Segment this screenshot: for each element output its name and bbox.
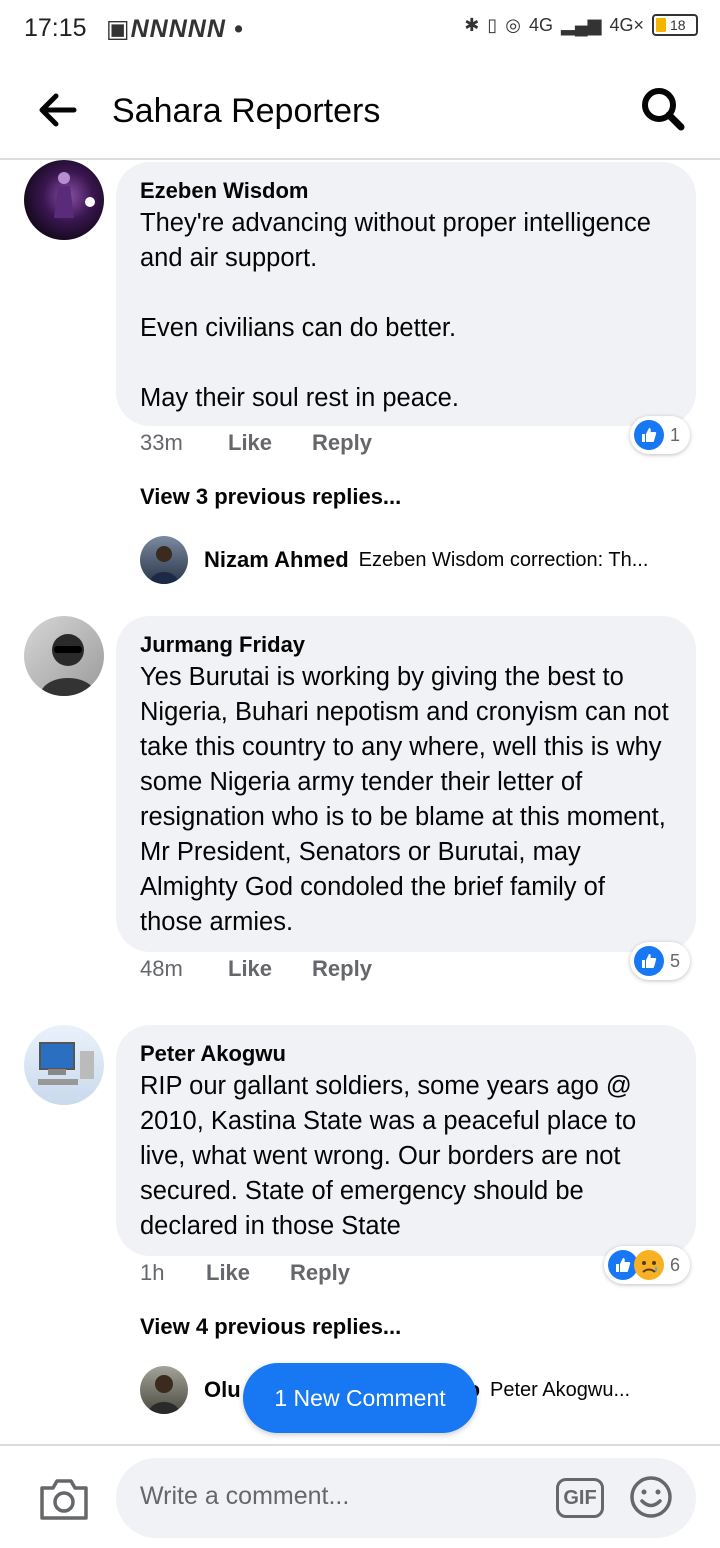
vibrate-icon: ▯ — [487, 14, 498, 35]
comment-actions: 33m Like Reply — [140, 430, 372, 456]
new-comment-button[interactable]: 1 New Comment — [243, 1363, 477, 1433]
reaction-count: 5 — [669, 950, 680, 971]
bluetooth-icon: ✱ — [464, 14, 480, 35]
view-previous-replies[interactable]: View 4 previous replies... — [140, 1314, 401, 1340]
reaction-summary[interactable]: 5 — [629, 942, 690, 980]
comment-author[interactable]: Ezeben Wisdom — [140, 176, 672, 206]
comment-time: 33m — [140, 430, 183, 455]
status-bar: 17:15 ▣NNNNN • ✱ ▯ ◎ 4G ▂▄▆ 4G× 18 — [0, 0, 720, 60]
comment-text: They're advancing without proper intelli… — [140, 209, 651, 412]
page-title: Sahara Reporters — [112, 92, 381, 130]
view-previous-replies[interactable]: View 3 previous replies... — [140, 484, 401, 510]
signal-icon: ▂▄▆ — [561, 14, 602, 35]
camera-icon — [40, 1479, 88, 1520]
reaction-summary[interactable]: 1 — [629, 416, 690, 454]
like-button[interactable]: Like — [228, 956, 272, 982]
comment-time: 48m — [140, 956, 183, 981]
comment-author[interactable]: Peter Akogwu — [140, 1039, 672, 1069]
reply-preview[interactable]: Nizam Ahmed Ezeben Wisdom correction: Th… — [140, 536, 700, 584]
comment-input[interactable]: Write a comment... GIF — [116, 1458, 696, 1538]
back-button[interactable] — [36, 90, 78, 130]
app-header: Sahara Reporters — [0, 60, 720, 160]
emoji-button[interactable] — [628, 1474, 674, 1520]
comment-text: Yes Burutai is working by giving the bes… — [140, 663, 669, 936]
status-time: 17:15 — [24, 14, 87, 42]
avatar[interactable] — [24, 616, 104, 696]
battery-icon: 18 — [652, 14, 698, 36]
reply-snippet: Ezeben Wisdom correction: Th... — [358, 548, 649, 571]
comment-bubble[interactable]: Ezeben Wisdom They're advancing without … — [116, 162, 696, 426]
notification-icons: ▣NNNNN • — [106, 15, 244, 43]
reply-button[interactable]: Reply — [290, 1260, 350, 1286]
like-button[interactable]: Like — [206, 1260, 250, 1286]
reaction-summary[interactable]: 6 — [603, 1246, 690, 1284]
status-right-icons: ✱ ▯ ◎ 4G ▂▄▆ 4G× 18 — [464, 14, 698, 36]
comment-time: 1h — [140, 1260, 165, 1285]
gif-button[interactable]: GIF — [556, 1478, 604, 1518]
comment-placeholder: Write a comment... — [140, 1482, 350, 1510]
avatar[interactable] — [24, 160, 104, 240]
network-1-label: 4G — [529, 14, 554, 35]
thumbs-up-icon — [633, 946, 664, 976]
reply-avatar — [140, 1366, 188, 1414]
reply-button[interactable]: Reply — [312, 956, 372, 982]
reply-avatar — [140, 536, 188, 584]
search-icon — [642, 88, 685, 131]
back-arrow-icon — [39, 93, 77, 127]
reaction-count: 1 — [669, 424, 680, 445]
avatar-figure-icon — [54, 172, 95, 218]
search-button[interactable] — [640, 86, 686, 132]
reply-button[interactable]: Reply — [312, 430, 372, 456]
battery-level: 18 — [670, 17, 686, 33]
reply-author-start: Olu — [204, 1377, 241, 1402]
thumbs-up-icon — [633, 420, 664, 450]
camera-button[interactable] — [38, 1476, 90, 1522]
like-button[interactable]: Like — [228, 430, 272, 456]
smiley-icon — [630, 1476, 672, 1518]
avatar[interactable] — [24, 1025, 104, 1105]
reply-snippet: Peter Akogwu... — [490, 1378, 631, 1401]
comment-author[interactable]: Jurmang Friday — [140, 630, 672, 660]
sad-face-icon — [633, 1250, 664, 1280]
comment-actions: 48m Like Reply — [140, 956, 372, 982]
reaction-count: 6 — [669, 1254, 680, 1275]
network-2-label: 4G× — [609, 14, 644, 35]
reply-author: Nizam Ahmed — [204, 547, 349, 572]
comment-text: RIP our gallant soldiers, some years ago… — [140, 1072, 637, 1240]
comment-actions: 1h Like Reply — [140, 1260, 350, 1286]
comment-bubble[interactable]: Jurmang Friday Yes Burutai is working by… — [116, 616, 696, 952]
comment-composer: Write a comment... GIF — [0, 1444, 720, 1548]
gif-label: GIF — [563, 1486, 597, 1509]
hotspot-icon: ◎ — [505, 14, 521, 35]
comment-bubble[interactable]: Peter Akogwu RIP our gallant soldiers, s… — [116, 1025, 696, 1256]
avatar-computer-icon — [38, 1042, 94, 1085]
avatar-person-icon — [40, 634, 96, 696]
